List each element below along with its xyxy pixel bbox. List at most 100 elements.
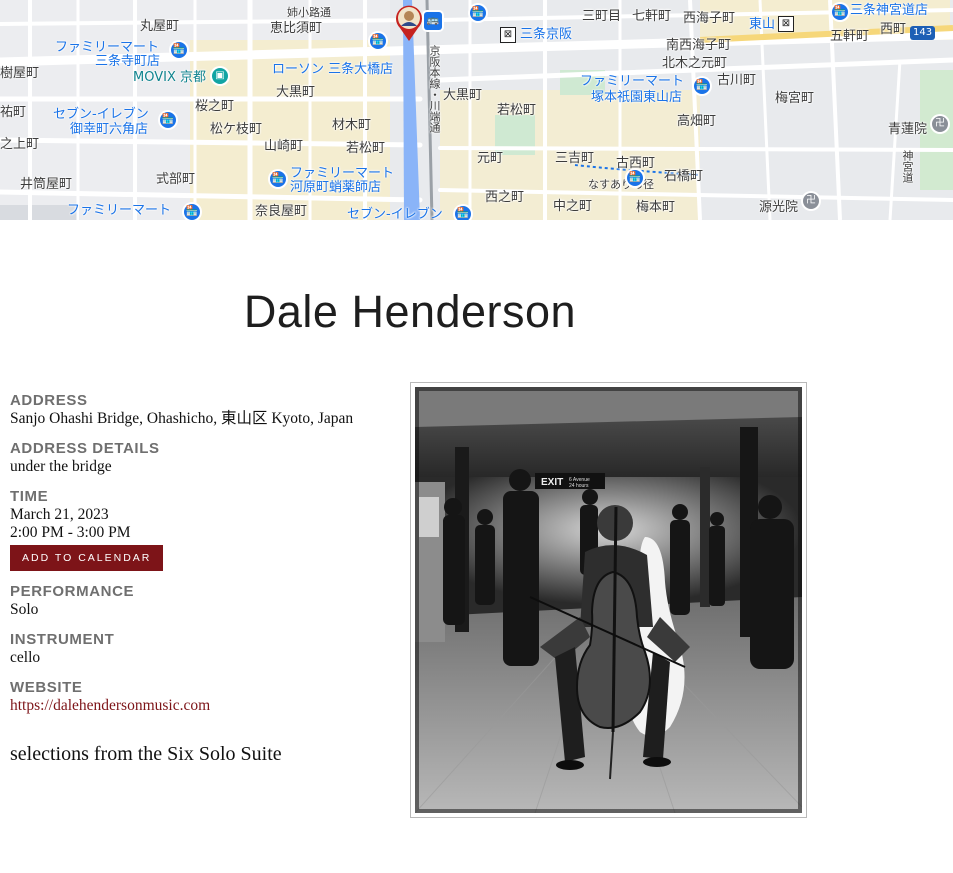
map-label: 恵比須町 <box>270 21 323 36</box>
website-section: WEBSITE https://dalehendersonmusic.com <box>10 679 405 715</box>
address-details-label: ADDRESS DETAILS <box>10 440 160 457</box>
address-label: ADDRESS <box>10 392 88 409</box>
map-label: 材木町 <box>332 118 372 133</box>
map-label: 梅宮町 <box>775 91 815 106</box>
map-label: 西之町 <box>485 190 525 205</box>
location-pin-avatar[interactable] <box>394 4 424 42</box>
address-details-value: under the bridge <box>10 458 112 475</box>
map-label: 石橋町 <box>664 169 704 184</box>
map-label: 大黒町 <box>276 85 316 100</box>
map-label: 神宮道 <box>901 150 914 183</box>
event-time-range: 2:00 PM - 3:00 PM <box>10 524 131 541</box>
map-label: 高畑町 <box>677 114 717 129</box>
route-shield: 143 <box>910 26 936 40</box>
instrument-label: INSTRUMENT <box>10 631 115 648</box>
artist-photo[interactable]: EXIT 6 Avenue 24 hours <box>415 387 802 813</box>
map-label: 古川町 <box>717 73 757 88</box>
store-icon[interactable]: 🏪 <box>160 112 176 128</box>
website-link[interactable]: https://dalehendersonmusic.com <box>10 697 210 714</box>
add-to-calendar-button[interactable]: ADD TO CALENDAR <box>10 545 164 571</box>
map-label: 古西町 <box>616 156 656 171</box>
address-section: ADDRESS Sanjo Ohashi Bridge, Ohashicho, … <box>10 392 405 428</box>
map-label: 南西海子町 <box>666 38 732 53</box>
map-label: 式部町 <box>156 172 196 187</box>
instrument-section: INSTRUMENT cello <box>10 631 405 667</box>
store-icon[interactable]: 🏪 <box>627 170 643 186</box>
map-label[interactable]: ファミリーマート <box>290 166 394 181</box>
map-label: 源光院 <box>759 200 799 215</box>
map-label: なすありの径 <box>588 178 654 191</box>
map-label: 梅本町 <box>636 200 676 215</box>
store-icon[interactable]: 🏪 <box>832 4 848 20</box>
website-label: WEBSITE <box>10 679 83 696</box>
performance-value: Solo <box>10 601 39 618</box>
event-date: March 21, 2023 <box>10 506 109 523</box>
map-label[interactable]: 三条寺町店 <box>95 54 160 69</box>
time-label: TIME <box>10 488 49 505</box>
map-label: 三吉町 <box>555 151 595 166</box>
exit-sign-sub-2: 24 hours <box>569 483 589 489</box>
map-label[interactable]: 塚本祇園東山店 <box>591 90 682 105</box>
store-icon[interactable]: 🏪 <box>184 204 200 220</box>
map-label: 大黒町 <box>443 88 483 103</box>
store-icon[interactable]: 🏪 <box>270 171 286 187</box>
cinema-icon[interactable]: ▣ <box>212 68 228 84</box>
time-section: TIME March 21, 2023 2:00 PM - 3:00 PM AD… <box>10 488 405 571</box>
map[interactable]: 丸屋町 姉小路通 恵比須町 ファミリーマート 三条寺町店 MOVIX 京都 ロー… <box>0 0 953 220</box>
map-label[interactable]: 御幸町六角店 <box>70 122 148 137</box>
temple-icon[interactable]: 卍 <box>803 193 819 209</box>
subway-cellist-image: EXIT 6 Avenue 24 hours <box>415 387 802 813</box>
performance-description: selections from the Six Solo Suite <box>10 743 282 765</box>
map-label: 井筒屋町 <box>20 177 73 192</box>
event-details: ADDRESS Sanjo Ohashi Bridge, Ohashicho, … <box>10 392 405 786</box>
map-label[interactable]: 東山 <box>749 17 775 32</box>
address-details-section: ADDRESS DETAILS under the bridge <box>10 440 405 476</box>
map-label: 京阪本線・川端通 <box>428 45 441 133</box>
map-label[interactable]: 河原町蛸薬師店 <box>290 180 381 195</box>
store-icon[interactable]: 🏪 <box>171 42 187 58</box>
map-label: 三町目 <box>582 9 622 24</box>
map-label: 若松町 <box>497 103 537 118</box>
map-label: 北木之元町 <box>662 56 728 71</box>
instrument-value: cello <box>10 649 41 666</box>
map-label: 奈良屋町 <box>255 204 308 219</box>
artist-photo-frame: EXIT 6 Avenue 24 hours <box>410 382 807 818</box>
map-label[interactable]: MOVIX 京都 <box>133 70 206 85</box>
address-value: Sanjo Ohashi Bridge, Ohashicho, 東山区 Kyot… <box>10 410 354 427</box>
map-label: 之上町 <box>0 137 40 152</box>
train-station-icon[interactable]: ⊠ <box>778 16 794 32</box>
map-label[interactable]: 三条神宮道店 <box>850 3 928 18</box>
map-label: 松ケ枝町 <box>210 122 263 137</box>
map-label: 西町 <box>880 22 907 37</box>
map-label: 青蓮院 <box>888 122 928 137</box>
artist-name: Dale Henderson <box>243 286 577 337</box>
map-label[interactable]: 三条京阪 <box>520 27 572 42</box>
map-label: 元町 <box>477 151 504 166</box>
map-label: 樹屋町 <box>0 66 40 81</box>
map-label: 祐町 <box>0 105 27 120</box>
location-pin-icon <box>396 5 422 41</box>
temple-icon[interactable]: 卍 <box>932 116 948 132</box>
map-label[interactable]: セブン-イレブン <box>53 107 149 122</box>
map-label[interactable]: ファミリーマート <box>55 40 159 55</box>
map-label: 若松町 <box>346 141 386 156</box>
map-label: 山崎町 <box>264 139 304 154</box>
map-label: 五軒町 <box>830 29 870 44</box>
store-icon[interactable]: 🏪 <box>370 33 386 49</box>
store-icon[interactable]: 🏪 <box>470 5 486 21</box>
map-label[interactable]: ファミリーマート <box>67 203 171 218</box>
map-label: 姉小路通 <box>287 6 331 19</box>
map-label: 桜之町 <box>195 99 235 114</box>
store-icon[interactable]: 🏪 <box>455 206 471 220</box>
map-label[interactable]: ローソン 三条大橋店 <box>272 62 393 77</box>
map-label: 西海子町 <box>683 11 736 26</box>
train-station-icon[interactable]: ⊠ <box>500 27 516 43</box>
map-label: 丸屋町 <box>140 19 180 34</box>
map-label: 中之町 <box>553 199 593 214</box>
bus-stop-icon[interactable]: 🚌 <box>424 12 442 30</box>
performance-label: PERFORMANCE <box>10 583 135 600</box>
map-label[interactable]: セブン-イレブン <box>347 207 443 220</box>
store-icon[interactable]: 🏪 <box>694 78 710 94</box>
map-label[interactable]: ファミリーマート <box>580 74 684 89</box>
map-label: 七軒町 <box>632 9 672 24</box>
